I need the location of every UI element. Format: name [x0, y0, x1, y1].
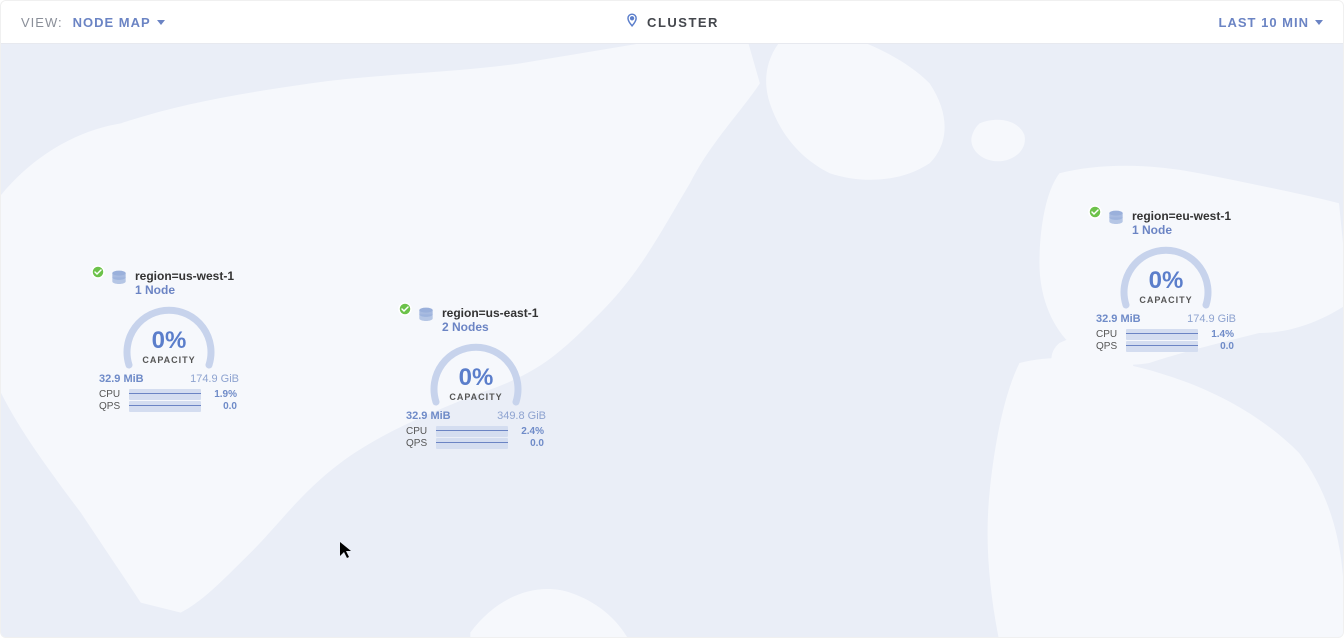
capacity-pct: 0%	[119, 329, 219, 353]
capacity-gauge: 0% CAPACITY	[1116, 243, 1216, 311]
capacity-used: 32.9 MiB	[99, 373, 144, 385]
metric-row-qps: QPS 0.0	[1096, 341, 1236, 352]
node-count[interactable]: 1 Node	[1132, 223, 1231, 239]
timerange-dropdown[interactable]: LAST 10 MIN	[1219, 15, 1323, 30]
capacity-total: 174.9 GiB	[190, 373, 239, 385]
page: VIEW: NODE MAP CLUSTER LAST 10 MIN	[0, 0, 1344, 638]
view-dropdown[interactable]: NODE MAP	[73, 15, 165, 30]
sparkline	[1126, 341, 1198, 352]
capacity-used: 32.9 MiB	[406, 410, 451, 422]
region-label: region=us-east-1	[442, 306, 538, 320]
metric-row-qps: QPS 0.0	[406, 438, 546, 449]
region-label: region=us-west-1	[135, 269, 234, 283]
node-card-eu-west-1[interactable]: region=eu-west-1 1 Node 0% CAPACITY 32.9…	[1086, 209, 1246, 353]
node-card-us-west-1[interactable]: region=us-west-1 1 Node 0% CAPACITY 32.9…	[89, 269, 249, 413]
capacity-pct: 0%	[426, 366, 526, 390]
capacity-total: 174.9 GiB	[1187, 313, 1236, 325]
node-count[interactable]: 2 Nodes	[442, 320, 538, 336]
capacity-label: CAPACITY	[426, 392, 526, 402]
metric-label: CPU	[99, 389, 123, 400]
metric-value: 0.0	[514, 438, 544, 449]
status-healthy-icon	[91, 265, 105, 279]
node-header: region=us-east-1 2 Nodes	[396, 306, 556, 336]
page-title: CLUSTER	[647, 15, 719, 30]
metric-label: QPS	[99, 401, 123, 412]
metric-label: QPS	[406, 438, 430, 449]
metric-value: 2.4%	[514, 426, 544, 437]
pin-icon	[625, 12, 639, 33]
capacity-row: 32.9 MiB 349.8 GiB	[406, 410, 546, 422]
capacity-row: 32.9 MiB 174.9 GiB	[1096, 313, 1236, 325]
sparkline	[436, 426, 508, 437]
capacity-pct: 0%	[1116, 269, 1216, 293]
topbar: VIEW: NODE MAP CLUSTER LAST 10 MIN	[1, 1, 1343, 44]
node-map[interactable]: region=us-west-1 1 Node 0% CAPACITY 32.9…	[1, 44, 1343, 637]
chevron-down-icon	[1315, 20, 1323, 25]
sparkline	[436, 438, 508, 449]
metric-label: CPU	[406, 426, 430, 437]
view-switcher: VIEW: NODE MAP	[21, 15, 165, 30]
metric-row-cpu: CPU 1.4%	[1096, 329, 1236, 340]
database-icon	[416, 306, 436, 326]
chevron-down-icon	[157, 20, 165, 25]
sparkline	[129, 389, 201, 400]
capacity-used: 32.9 MiB	[1096, 313, 1141, 325]
capacity-row: 32.9 MiB 174.9 GiB	[99, 373, 239, 385]
view-label: VIEW:	[21, 15, 63, 30]
timerange-switcher: LAST 10 MIN	[1219, 15, 1323, 30]
metric-value: 0.0	[207, 401, 237, 412]
database-icon	[109, 269, 129, 289]
capacity-label: CAPACITY	[1116, 295, 1216, 305]
status-healthy-icon	[1088, 205, 1102, 219]
node-header: region=us-west-1 1 Node	[89, 269, 249, 299]
sparkline	[1126, 329, 1198, 340]
region-label: region=eu-west-1	[1132, 209, 1231, 223]
breadcrumb: CLUSTER	[625, 12, 719, 33]
node-count[interactable]: 1 Node	[135, 283, 234, 299]
node-card-us-east-1[interactable]: region=us-east-1 2 Nodes 0% CAPACITY 32.…	[396, 306, 556, 450]
metric-row-qps: QPS 0.0	[99, 401, 239, 412]
database-icon	[1106, 209, 1126, 229]
capacity-gauge: 0% CAPACITY	[119, 303, 219, 371]
capacity-label: CAPACITY	[119, 355, 219, 365]
cursor-icon	[339, 541, 353, 559]
metric-value: 1.9%	[207, 389, 237, 400]
metric-row-cpu: CPU 2.4%	[406, 426, 546, 437]
timerange-text: LAST 10 MIN	[1219, 15, 1309, 30]
metric-value: 1.4%	[1204, 329, 1234, 340]
capacity-total: 349.8 GiB	[497, 410, 546, 422]
metric-value: 0.0	[1204, 341, 1234, 352]
capacity-gauge: 0% CAPACITY	[426, 340, 526, 408]
view-value-text: NODE MAP	[73, 15, 151, 30]
metric-label: CPU	[1096, 329, 1120, 340]
metric-row-cpu: CPU 1.9%	[99, 389, 239, 400]
node-header: region=eu-west-1 1 Node	[1086, 209, 1246, 239]
sparkline	[129, 401, 201, 412]
metric-label: QPS	[1096, 341, 1120, 352]
status-healthy-icon	[398, 302, 412, 316]
